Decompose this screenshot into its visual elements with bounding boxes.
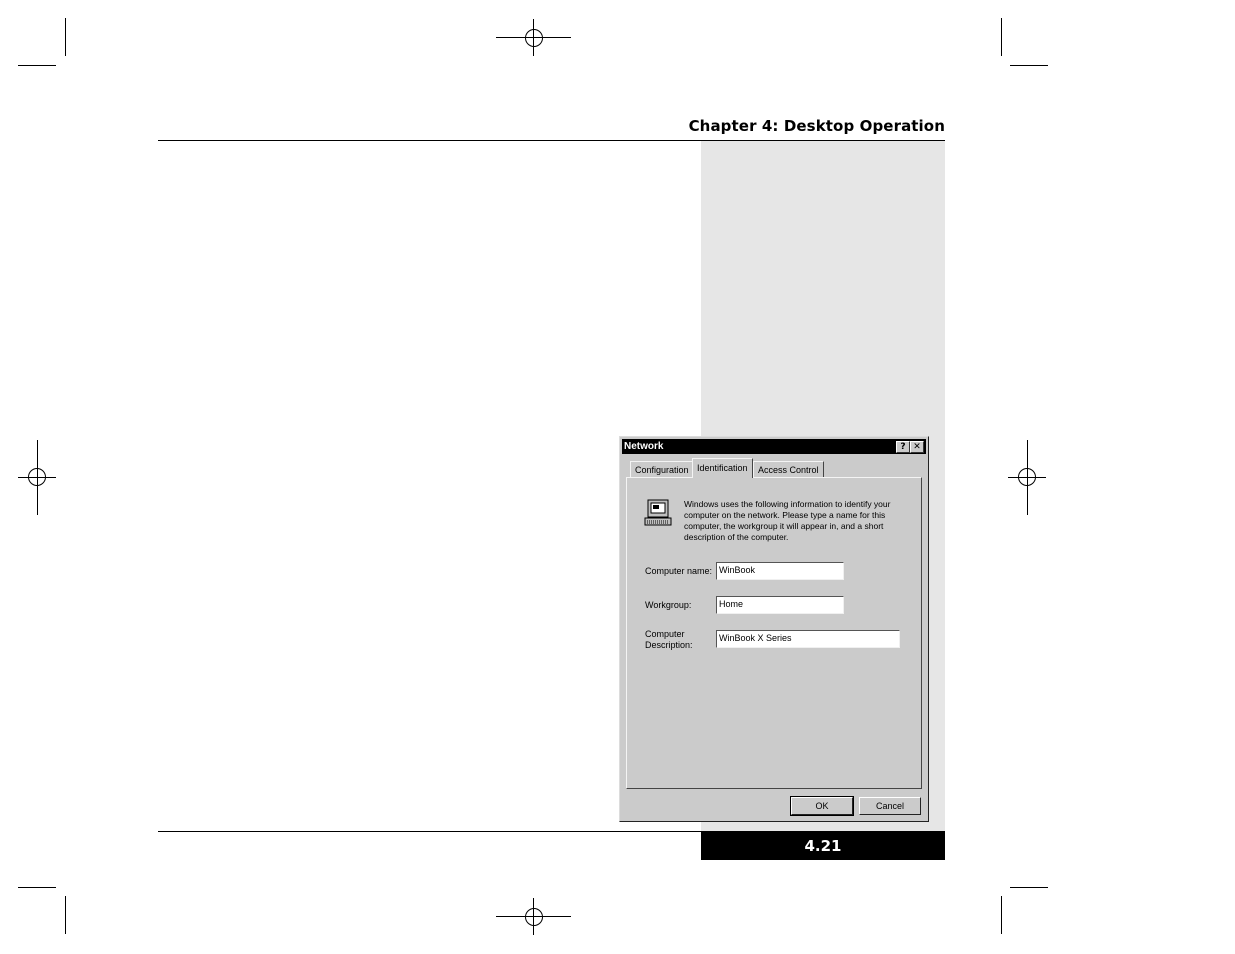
- cancel-button[interactable]: Cancel: [859, 797, 921, 815]
- crop-mark: [1010, 65, 1048, 66]
- workgroup-label: Workgroup:: [645, 600, 692, 610]
- crop-mark: [1001, 896, 1002, 934]
- workgroup-input[interactable]: Home: [716, 596, 844, 614]
- tab-identification[interactable]: Identification: [692, 458, 753, 478]
- help-button[interactable]: ?: [896, 441, 910, 453]
- tab-access-control[interactable]: Access Control: [753, 461, 824, 477]
- network-dialog: Network ? ✕ Configuration Identification…: [619, 436, 929, 822]
- crop-mark: [65, 896, 66, 934]
- description-label-line1: Computer: [645, 629, 685, 639]
- crop-mark: [18, 887, 56, 888]
- crop-mark: [1001, 18, 1002, 56]
- crop-mark: [1010, 887, 1048, 888]
- tab-configuration[interactable]: Configuration: [630, 461, 694, 477]
- dialog-title: Network: [624, 441, 664, 452]
- crop-mark: [65, 18, 66, 56]
- ok-button[interactable]: OK: [790, 796, 854, 816]
- intro-text: Windows uses the following information t…: [684, 499, 891, 542]
- dialog-titlebar[interactable]: Network ? ✕: [622, 439, 926, 454]
- crop-mark: [18, 65, 56, 66]
- identification-panel: Windows uses the following information t…: [626, 477, 922, 789]
- chapter-title: Chapter 4: Desktop Operation: [688, 117, 945, 135]
- registration-mark-top: [496, 19, 571, 56]
- description-input[interactable]: WinBook X Series: [716, 630, 900, 648]
- registration-mark-bottom: [496, 898, 571, 935]
- page-number: 4.21: [804, 837, 842, 855]
- page-number-box: 4.21: [701, 832, 945, 860]
- close-button[interactable]: ✕: [910, 441, 924, 453]
- registration-mark-right: [1008, 440, 1046, 515]
- network-computer-icon: [644, 499, 672, 529]
- computer-name-input[interactable]: WinBook: [716, 562, 844, 580]
- description-label-line2: Description:: [645, 640, 693, 650]
- computer-name-label: Computer name:: [645, 566, 713, 576]
- registration-mark-left: [18, 440, 56, 515]
